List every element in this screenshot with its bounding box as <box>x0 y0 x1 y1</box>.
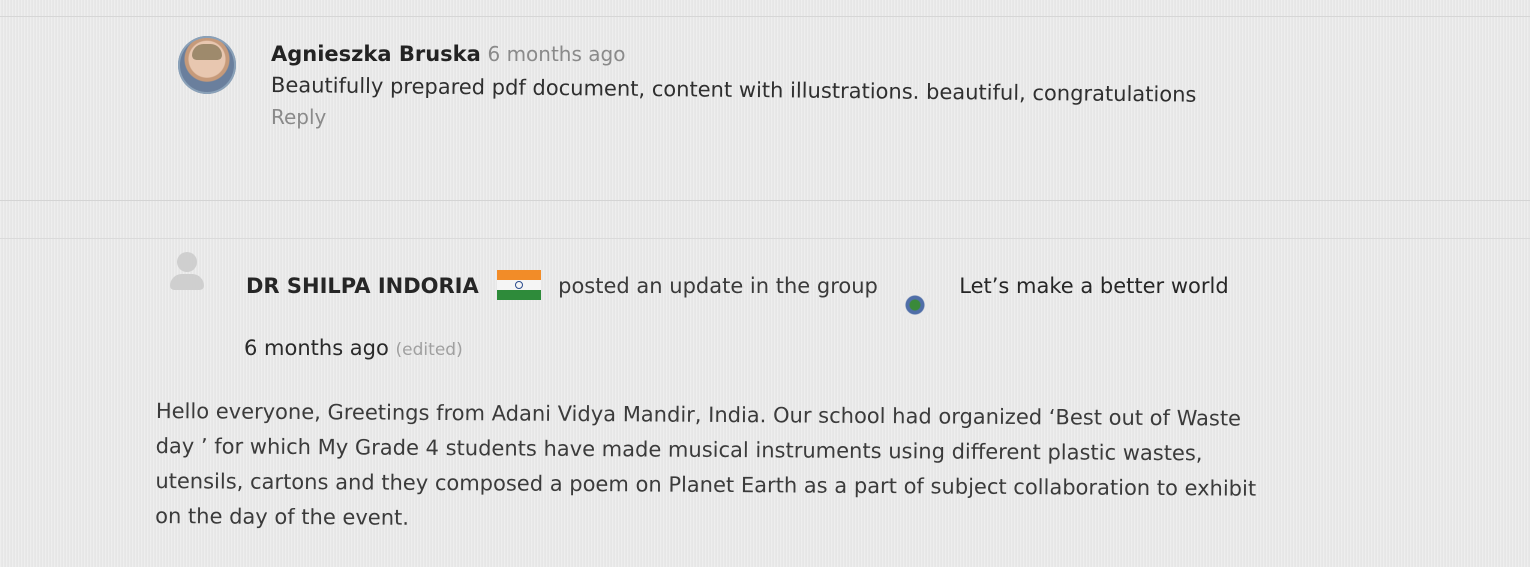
group-avatar-icon[interactable] <box>898 289 931 321</box>
flag-white-band <box>497 280 542 290</box>
india-flag-icon <box>497 270 542 300</box>
comment-timestamp[interactable]: 6 months ago <box>487 42 625 66</box>
update-timestamp[interactable]: 6 months ago <box>244 336 389 360</box>
section-divider <box>0 200 1530 201</box>
flag-saffron-band <box>497 270 542 280</box>
comment-body: Agnieszka Bruska 6 months ago Beautifull… <box>271 40 1371 132</box>
default-user-avatar[interactable] <box>170 252 204 292</box>
update-timestamp-line: 6 months ago (edited) <box>244 332 463 366</box>
edited-label: (edited) <box>395 340 463 360</box>
comment-author-name[interactable]: Agnieszka Bruska <box>271 42 481 66</box>
user-photo-avatar[interactable] <box>178 36 236 94</box>
top-divider <box>0 16 1530 17</box>
comment-author-line: Agnieszka Bruska 6 months ago <box>271 40 1371 68</box>
group-name-link[interactable]: Let’s make a better world <box>959 274 1228 298</box>
flag-chakra <box>515 281 524 289</box>
flag-green-band <box>497 290 542 300</box>
section-divider-lower <box>0 238 1530 239</box>
avatar-head-shape <box>177 252 197 272</box>
avatar-hair-shape <box>192 44 222 60</box>
poster-name-link[interactable]: DR SHILPA INDORIA <box>246 274 479 298</box>
avatar-shoulders-shape <box>170 274 204 290</box>
update-action-text: posted an update in the group <box>558 274 878 298</box>
update-header: DR SHILPA INDORIA posted an update in th… <box>246 270 1346 321</box>
update-content: Hello everyone, Greetings from Adani Vid… <box>155 398 1257 530</box>
